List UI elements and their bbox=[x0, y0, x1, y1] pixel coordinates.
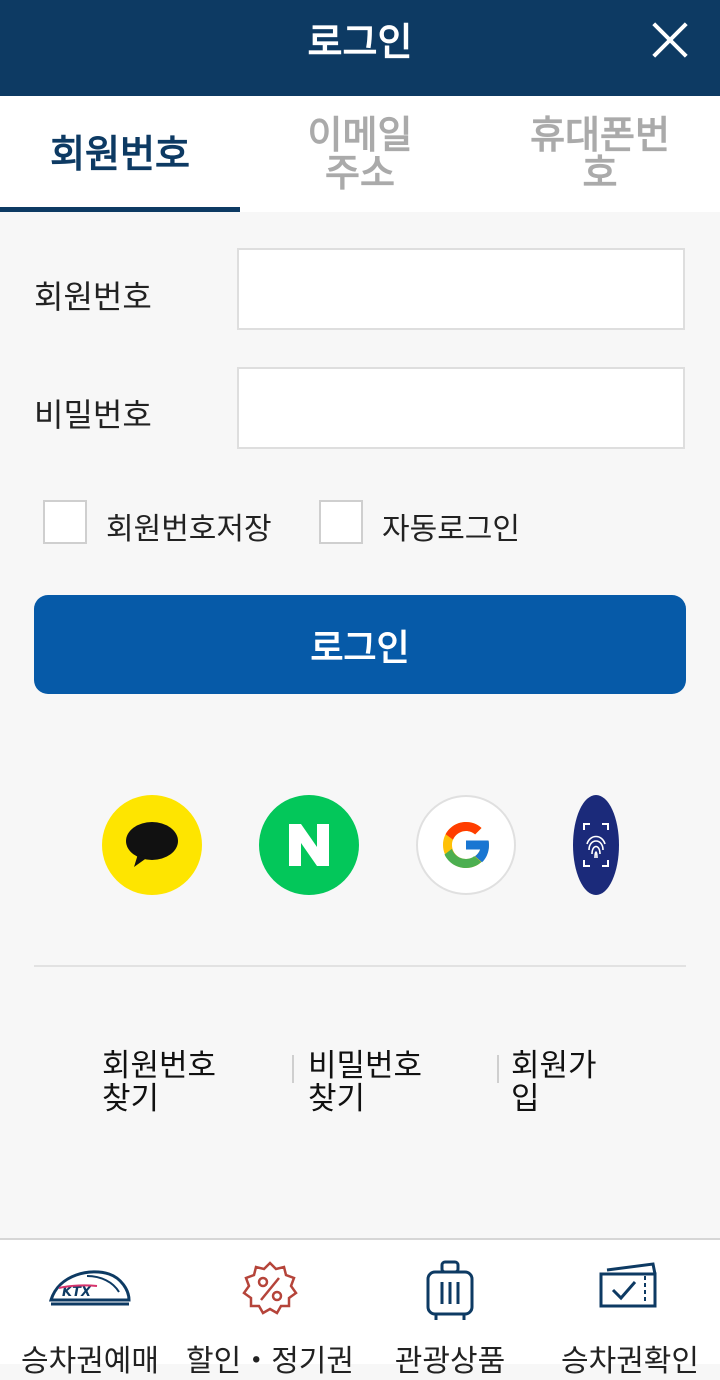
nav-tour-products[interactable]: 관광상품 bbox=[360, 1240, 540, 1379]
nav-label: 할인・정기권 bbox=[186, 1344, 354, 1379]
auto-login-checkbox[interactable] bbox=[319, 500, 363, 544]
password-label: 비밀번호 bbox=[34, 396, 152, 434]
suitcase-icon bbox=[426, 1260, 474, 1320]
biometric-login-button[interactable] bbox=[573, 795, 619, 895]
nav-label: 관광상품 bbox=[394, 1344, 506, 1379]
page-title: 로그인 bbox=[307, 20, 413, 64]
kakao-icon bbox=[126, 822, 178, 867]
nav-ticket-check[interactable]: 승차권확인 bbox=[540, 1240, 720, 1379]
find-member-number-link[interactable]: 회원번호 찾기 bbox=[102, 1050, 227, 1116]
naver-icon bbox=[289, 824, 329, 866]
link-separator bbox=[292, 1055, 294, 1083]
close-icon[interactable] bbox=[650, 20, 690, 60]
login-button-label: 로그인 bbox=[310, 627, 410, 669]
signup-link[interactable]: 회원가입 bbox=[511, 1050, 603, 1116]
save-member-label[interactable]: 회원번호저장 bbox=[106, 504, 272, 548]
discount-badge-icon bbox=[242, 1261, 298, 1315]
save-member-checkbox[interactable] bbox=[43, 500, 87, 544]
login-button[interactable]: 로그인 bbox=[34, 595, 686, 694]
nav-discount-pass[interactable]: 할인・정기권 bbox=[180, 1240, 360, 1379]
social-login-row bbox=[0, 795, 720, 897]
tab-member-number[interactable]: 회원번호 bbox=[0, 96, 240, 212]
member-number-label: 회원번호 bbox=[34, 278, 152, 316]
ticket-check-icon bbox=[599, 1262, 657, 1308]
login-options: 회원번호저장 자동로그인 bbox=[0, 500, 720, 548]
tab-label: 이메일 주소 bbox=[307, 113, 413, 195]
find-password-link[interactable]: 비밀번호 찾기 bbox=[308, 1050, 433, 1116]
kakao-login-button[interactable] bbox=[102, 795, 202, 895]
fingerprint-icon bbox=[583, 823, 609, 867]
nav-ticket-booking[interactable]: KTX 승차권예매 bbox=[0, 1240, 180, 1379]
tab-label: 휴대폰번호 bbox=[530, 113, 670, 195]
tab-phone[interactable]: 휴대폰번호 bbox=[480, 96, 720, 212]
nav-label: 승차권예매 bbox=[21, 1344, 159, 1379]
link-separator bbox=[497, 1055, 499, 1083]
member-number-input[interactable] bbox=[237, 248, 685, 330]
tab-email[interactable]: 이메일 주소 bbox=[240, 96, 480, 212]
login-tabs: 회원번호 이메일 주소 휴대폰번호 bbox=[0, 96, 720, 212]
password-input[interactable] bbox=[237, 367, 685, 449]
section-divider bbox=[34, 965, 686, 967]
google-login-button[interactable] bbox=[416, 795, 516, 895]
auto-login-label[interactable]: 자동로그인 bbox=[382, 504, 520, 548]
naver-login-button[interactable] bbox=[259, 795, 359, 895]
app-header: 로그인 bbox=[0, 0, 720, 96]
ktx-train-icon: KTX bbox=[48, 1270, 131, 1306]
account-links: 회원번호 찾기 비밀번호 찾기 회원가입 bbox=[0, 1050, 720, 1130]
bottom-navigation: KTX 승차권예매 할인・정기권 관광상품 승차권확인 bbox=[0, 1238, 720, 1379]
tab-label: 회원번호 bbox=[50, 132, 190, 176]
google-icon bbox=[443, 822, 491, 868]
nav-label: 승차권확인 bbox=[561, 1344, 699, 1379]
